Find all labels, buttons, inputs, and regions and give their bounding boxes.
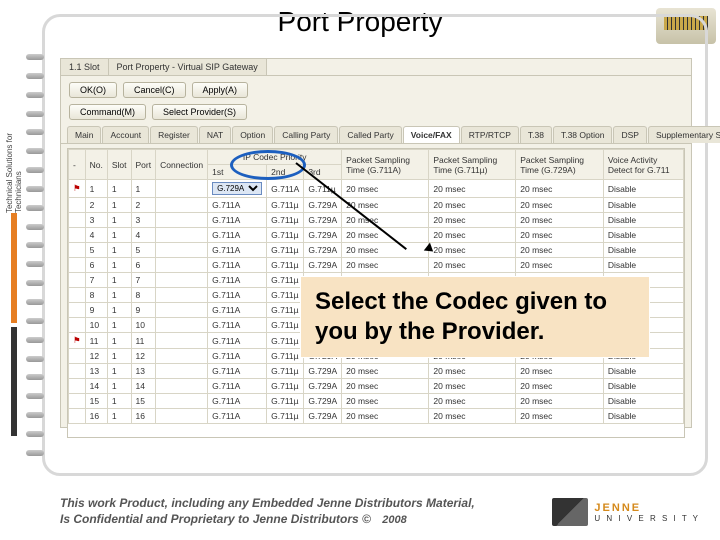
- col-codec-group: IP Codec Priority: [208, 150, 342, 165]
- table-row[interactable]: 13113G.711AG.711µG.729A20 msec20 msec20 …: [69, 364, 684, 379]
- row-flag-icon: [69, 318, 86, 333]
- table-row[interactable]: 616G.711AG.711µG.729A20 msec20 msec20 ms…: [69, 258, 684, 273]
- col-codec-3[interactable]: 3rd: [304, 165, 342, 180]
- row-flag-icon: [69, 258, 86, 273]
- table-row[interactable]: 414G.711AG.711µG.729A20 msec20 msec20 ms…: [69, 228, 684, 243]
- side-brand-text: Technical Solutions for Technicians: [5, 100, 23, 213]
- tab-rtp-rtcp[interactable]: RTP/RTCP: [461, 126, 519, 143]
- row-flag-icon: [69, 349, 86, 364]
- footer: This work Product, including any Embedde…: [60, 482, 700, 540]
- footer-year: 2008: [382, 514, 406, 526]
- table-row[interactable]: 515G.711AG.711µG.729A20 msec20 msec20 ms…: [69, 243, 684, 258]
- select-provider-button[interactable]: Select Provider(S): [152, 104, 247, 120]
- row-flag-icon: ⚑: [69, 180, 86, 198]
- codec-1-select[interactable]: G.729A: [212, 182, 262, 195]
- tab-t-38[interactable]: T.38: [520, 126, 552, 143]
- col-codec-2[interactable]: 2nd: [267, 165, 304, 180]
- col-codec-1[interactable]: 1st: [208, 165, 267, 180]
- row-flag-icon: [69, 379, 86, 394]
- table-row[interactable]: 313G.711AG.711µG.729A20 msec20 msec20 ms…: [69, 213, 684, 228]
- tab-main[interactable]: Main: [67, 126, 101, 143]
- breadcrumb-slot[interactable]: 1.1 Slot: [61, 59, 109, 75]
- row-flag-icon: [69, 243, 86, 258]
- tab-register[interactable]: Register: [150, 126, 198, 143]
- tab-nat[interactable]: NAT: [199, 126, 231, 143]
- col-vad[interactable]: Voice Activity Detect for G.711: [603, 150, 683, 180]
- breadcrumb: 1.1 Slot Port Property - Virtual SIP Gat…: [61, 59, 691, 76]
- grad-cap-icon: [552, 498, 588, 526]
- tab-calling-party[interactable]: Calling Party: [274, 126, 338, 143]
- tab-dsp[interactable]: DSP: [613, 126, 646, 143]
- tab-t-38-option[interactable]: T.38 Option: [553, 126, 612, 143]
- tab-option[interactable]: Option: [232, 126, 273, 143]
- col-connection[interactable]: Connection: [156, 150, 208, 180]
- table-row[interactable]: ⚑111G.729AG.711AG.711µ20 msec20 msec20 m…: [69, 180, 684, 198]
- breadcrumb-screen[interactable]: Port Property - Virtual SIP Gateway: [109, 59, 267, 75]
- col-flag[interactable]: -: [69, 150, 86, 180]
- row-flag-icon: [69, 394, 86, 409]
- col-no[interactable]: No.: [85, 150, 107, 180]
- table-row[interactable]: 16116G.711AG.711µG.729A20 msec20 msec20 …: [69, 409, 684, 424]
- col-pst-mu[interactable]: Packet Sampling Time (G.711µ): [429, 150, 516, 180]
- row-flag-icon: [69, 364, 86, 379]
- col-pst-729[interactable]: Packet Sampling Time (G.729A): [516, 150, 604, 180]
- col-port[interactable]: Port: [131, 150, 156, 180]
- side-brand: Technical Solutions for Technicians: [2, 96, 26, 436]
- row-flag-icon: [69, 303, 86, 318]
- table-row[interactable]: 15115G.711AG.711µG.729A20 msec20 msec20 …: [69, 394, 684, 409]
- toolbar-secondary: Command(M) Select Provider(S): [61, 104, 691, 126]
- col-slot[interactable]: Slot: [107, 150, 131, 180]
- command-button[interactable]: Command(M): [69, 104, 146, 120]
- tab-account[interactable]: Account: [102, 126, 149, 143]
- row-flag-icon: ⚑: [69, 333, 86, 349]
- table-row[interactable]: 14114G.711AG.711µG.729A20 msec20 msec20 …: [69, 379, 684, 394]
- app-window: 1.1 Slot Port Property - Virtual SIP Gat…: [60, 58, 692, 428]
- tab-voice-fax[interactable]: Voice/FAX: [403, 126, 460, 143]
- university-logo: JENNE U N I V E R S I T Y: [552, 498, 700, 526]
- spiral-binding: [26, 54, 46, 456]
- toolbar-primary: OK(O) Cancel(C) Apply(A): [61, 76, 691, 104]
- row-flag-icon: [69, 273, 86, 288]
- table-row[interactable]: 212G.711AG.711µG.729A20 msec20 msec20 ms…: [69, 198, 684, 213]
- ok-button[interactable]: OK(O): [69, 82, 117, 98]
- tab-bar: MainAccountRegisterNATOptionCalling Part…: [61, 126, 691, 144]
- tab-called-party[interactable]: Called Party: [339, 126, 401, 143]
- footer-disclaimer: This work Product, including any Embedde…: [60, 496, 552, 527]
- row-flag-icon: [69, 198, 86, 213]
- apply-button[interactable]: Apply(A): [192, 82, 249, 98]
- row-flag-icon: [69, 228, 86, 243]
- callout-box: Select the Codec given to you by the Pro…: [300, 276, 650, 358]
- row-flag-icon: [69, 409, 86, 424]
- cancel-button[interactable]: Cancel(C): [123, 82, 186, 98]
- row-flag-icon: [69, 288, 86, 303]
- row-flag-icon: [69, 213, 86, 228]
- tab-supplementary-service[interactable]: Supplementary Service: [648, 126, 720, 143]
- col-pst-a[interactable]: Packet Sampling Time (G.711A): [342, 150, 429, 180]
